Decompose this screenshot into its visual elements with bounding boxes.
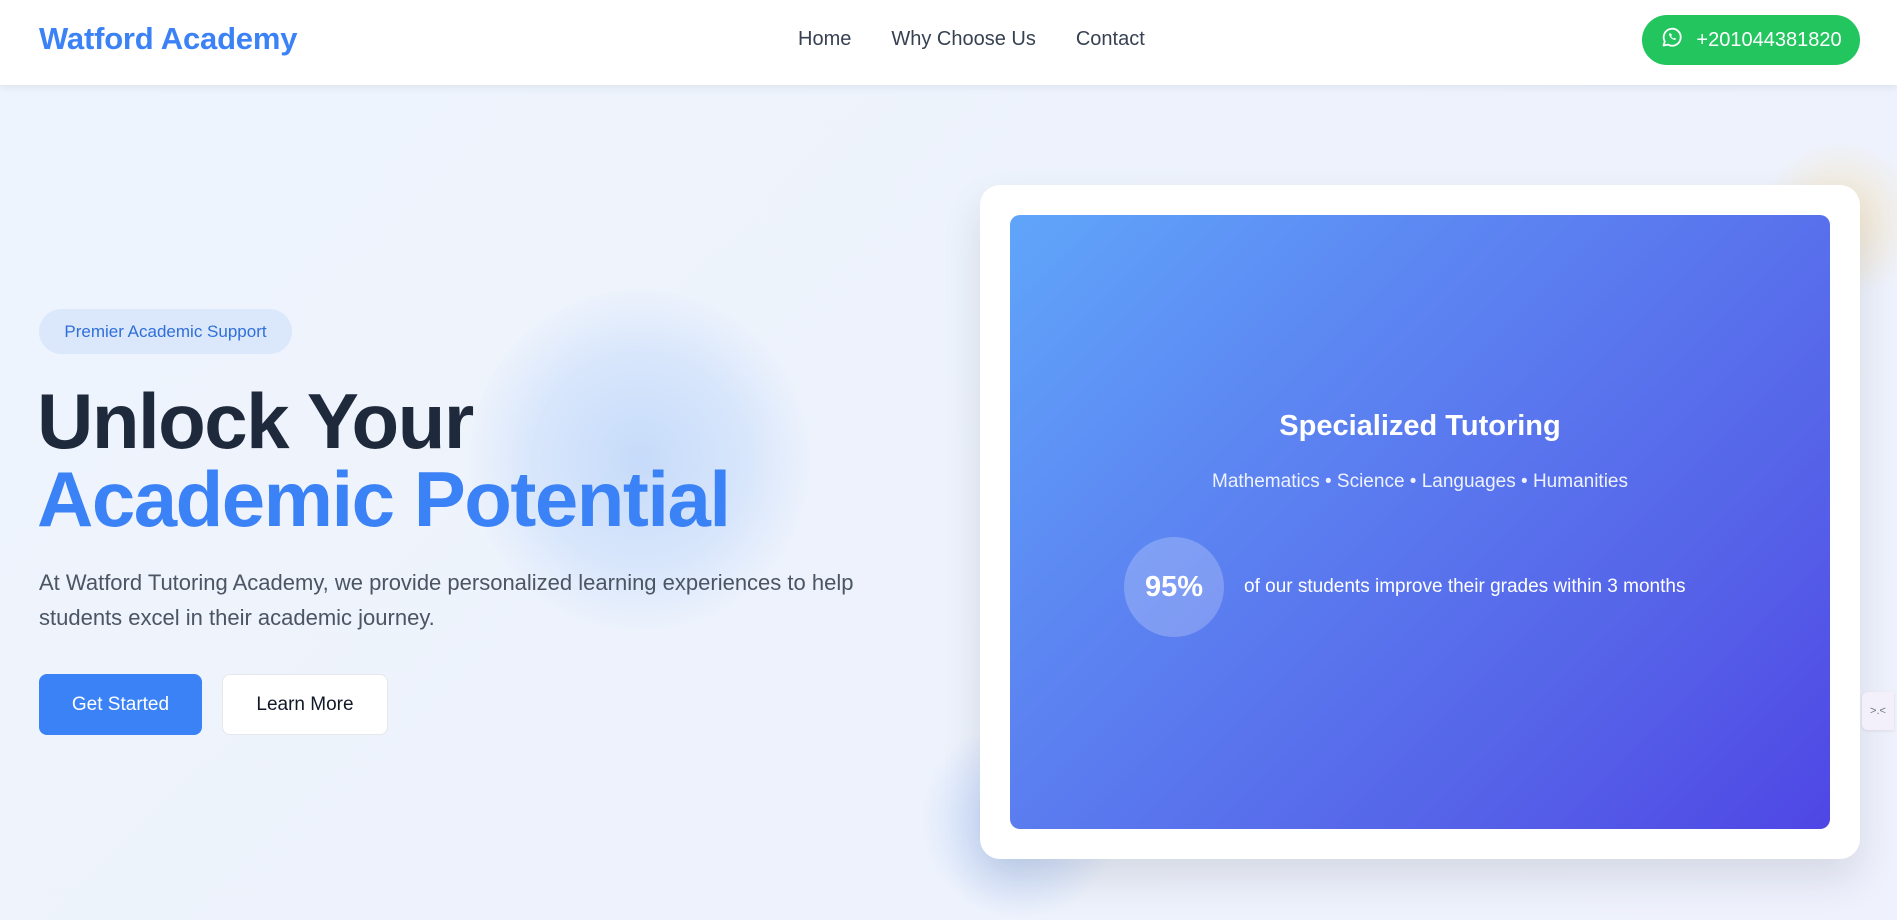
main-nav: Home Why Choose Us Contact <box>798 28 1145 51</box>
whatsapp-button[interactable]: +201044381820 <box>1642 15 1860 65</box>
card-title: Specialized Tutoring <box>1279 410 1561 442</box>
hero-badge: Premier Academic Support <box>39 309 292 354</box>
stat-description: of our students improve their grades wit… <box>1244 576 1686 597</box>
hero-headline-line2: Academic Potential <box>37 455 731 543</box>
card-subjects: Mathematics • Science • Languages • Huma… <box>1212 471 1628 492</box>
learn-more-button[interactable]: Learn More <box>222 674 388 735</box>
whatsapp-icon <box>1660 25 1684 55</box>
edge-widget-button[interactable]: >.< <box>1862 692 1894 730</box>
nav-why-choose-us[interactable]: Why Choose Us <box>891 28 1036 51</box>
hero-description: At Watford Tutoring Academy, we provide … <box>39 570 854 630</box>
feature-card: Specialized Tutoring Mathematics • Scien… <box>980 185 1860 859</box>
site-header: Watford Academy Home Why Choose Us Conta… <box>0 0 1897 85</box>
hero-headline-line1: Unlock Your <box>37 377 474 465</box>
stat-value: 95% <box>1124 537 1224 637</box>
page: Watford Academy Home Why Choose Us Conta… <box>0 0 1897 920</box>
nav-home[interactable]: Home <box>798 28 851 51</box>
brand-logo[interactable]: Watford Academy <box>39 21 297 57</box>
get-started-button[interactable]: Get Started <box>39 674 202 735</box>
feature-card-panel: Specialized Tutoring Mathematics • Scien… <box>1010 215 1830 829</box>
whatsapp-number: +201044381820 <box>1696 28 1842 51</box>
nav-contact[interactable]: Contact <box>1076 28 1145 51</box>
